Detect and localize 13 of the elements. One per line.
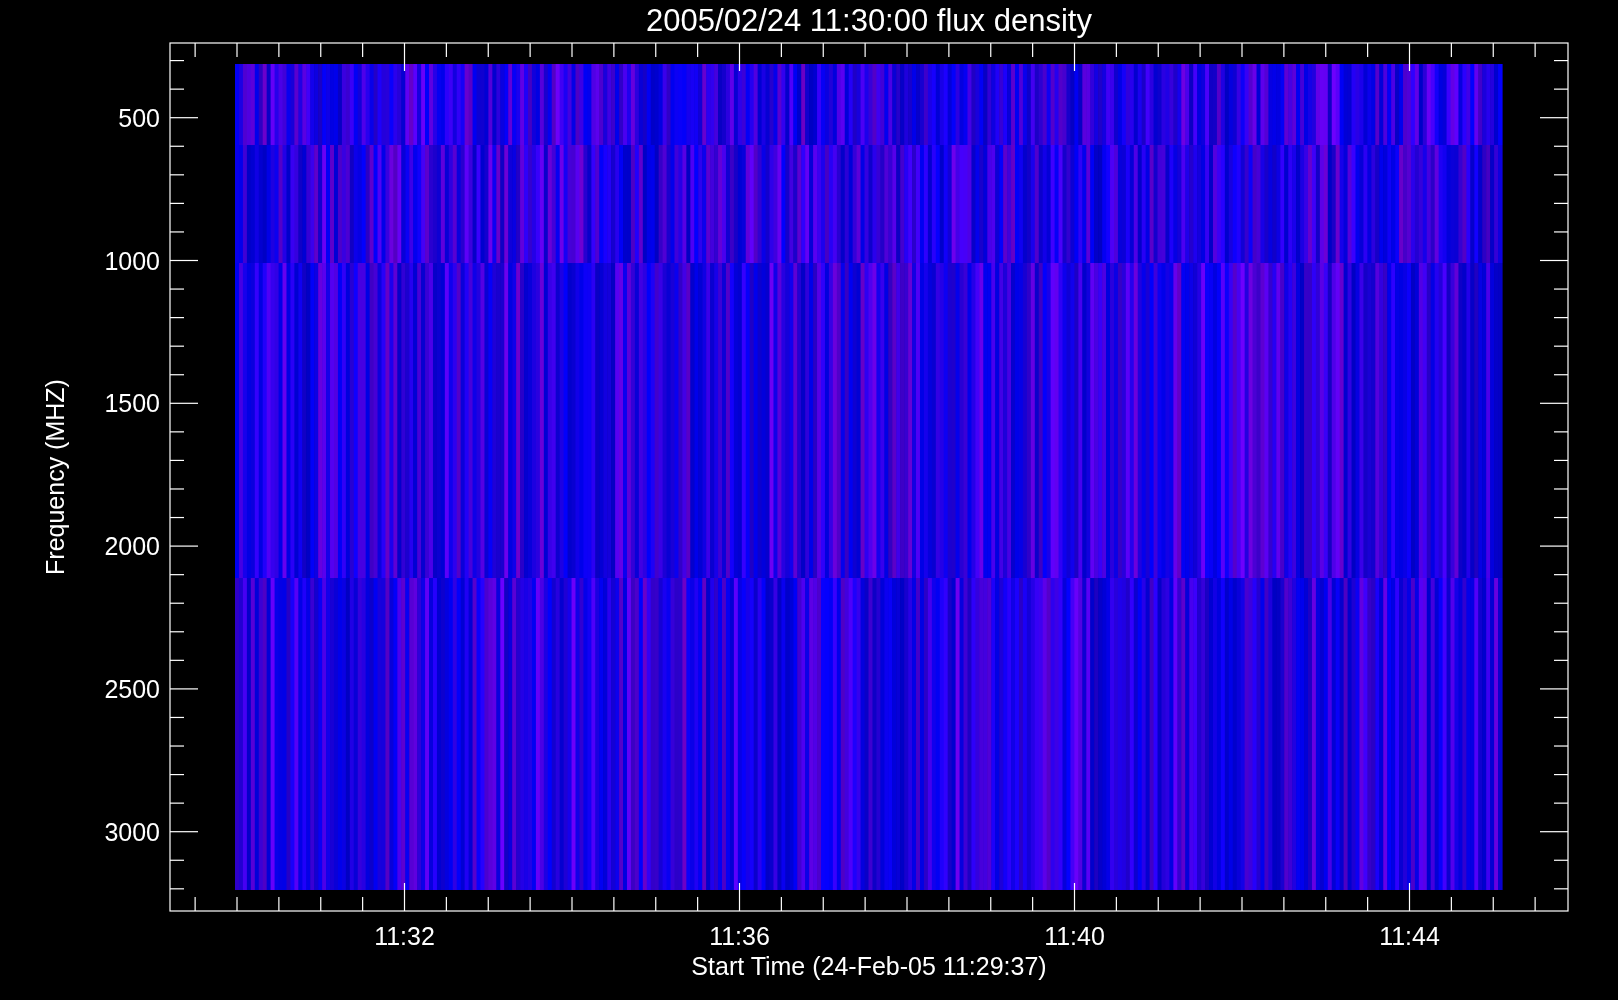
y-tick-label: 2000 (104, 532, 160, 561)
y-tick-label: 500 (118, 103, 160, 132)
y-tick-label: 2500 (104, 674, 160, 703)
x-tick-label: 11:32 (374, 922, 435, 950)
y-tick-label: 3000 (104, 817, 160, 846)
y-axis-label: Frequency (MHZ) (41, 379, 69, 575)
x-tick-label: 11:36 (709, 922, 770, 950)
x-tick-label: 11:40 (1044, 922, 1105, 950)
y-tick-label: 1000 (104, 246, 160, 275)
x-tick-label: 11:44 (1379, 922, 1440, 950)
x-axis-label: Start Time (24-Feb-05 11:29:37) (691, 952, 1047, 980)
plot-title: 2005/02/24 11:30:00 flux density (646, 3, 1092, 38)
y-tick-label: 1500 (104, 389, 160, 418)
